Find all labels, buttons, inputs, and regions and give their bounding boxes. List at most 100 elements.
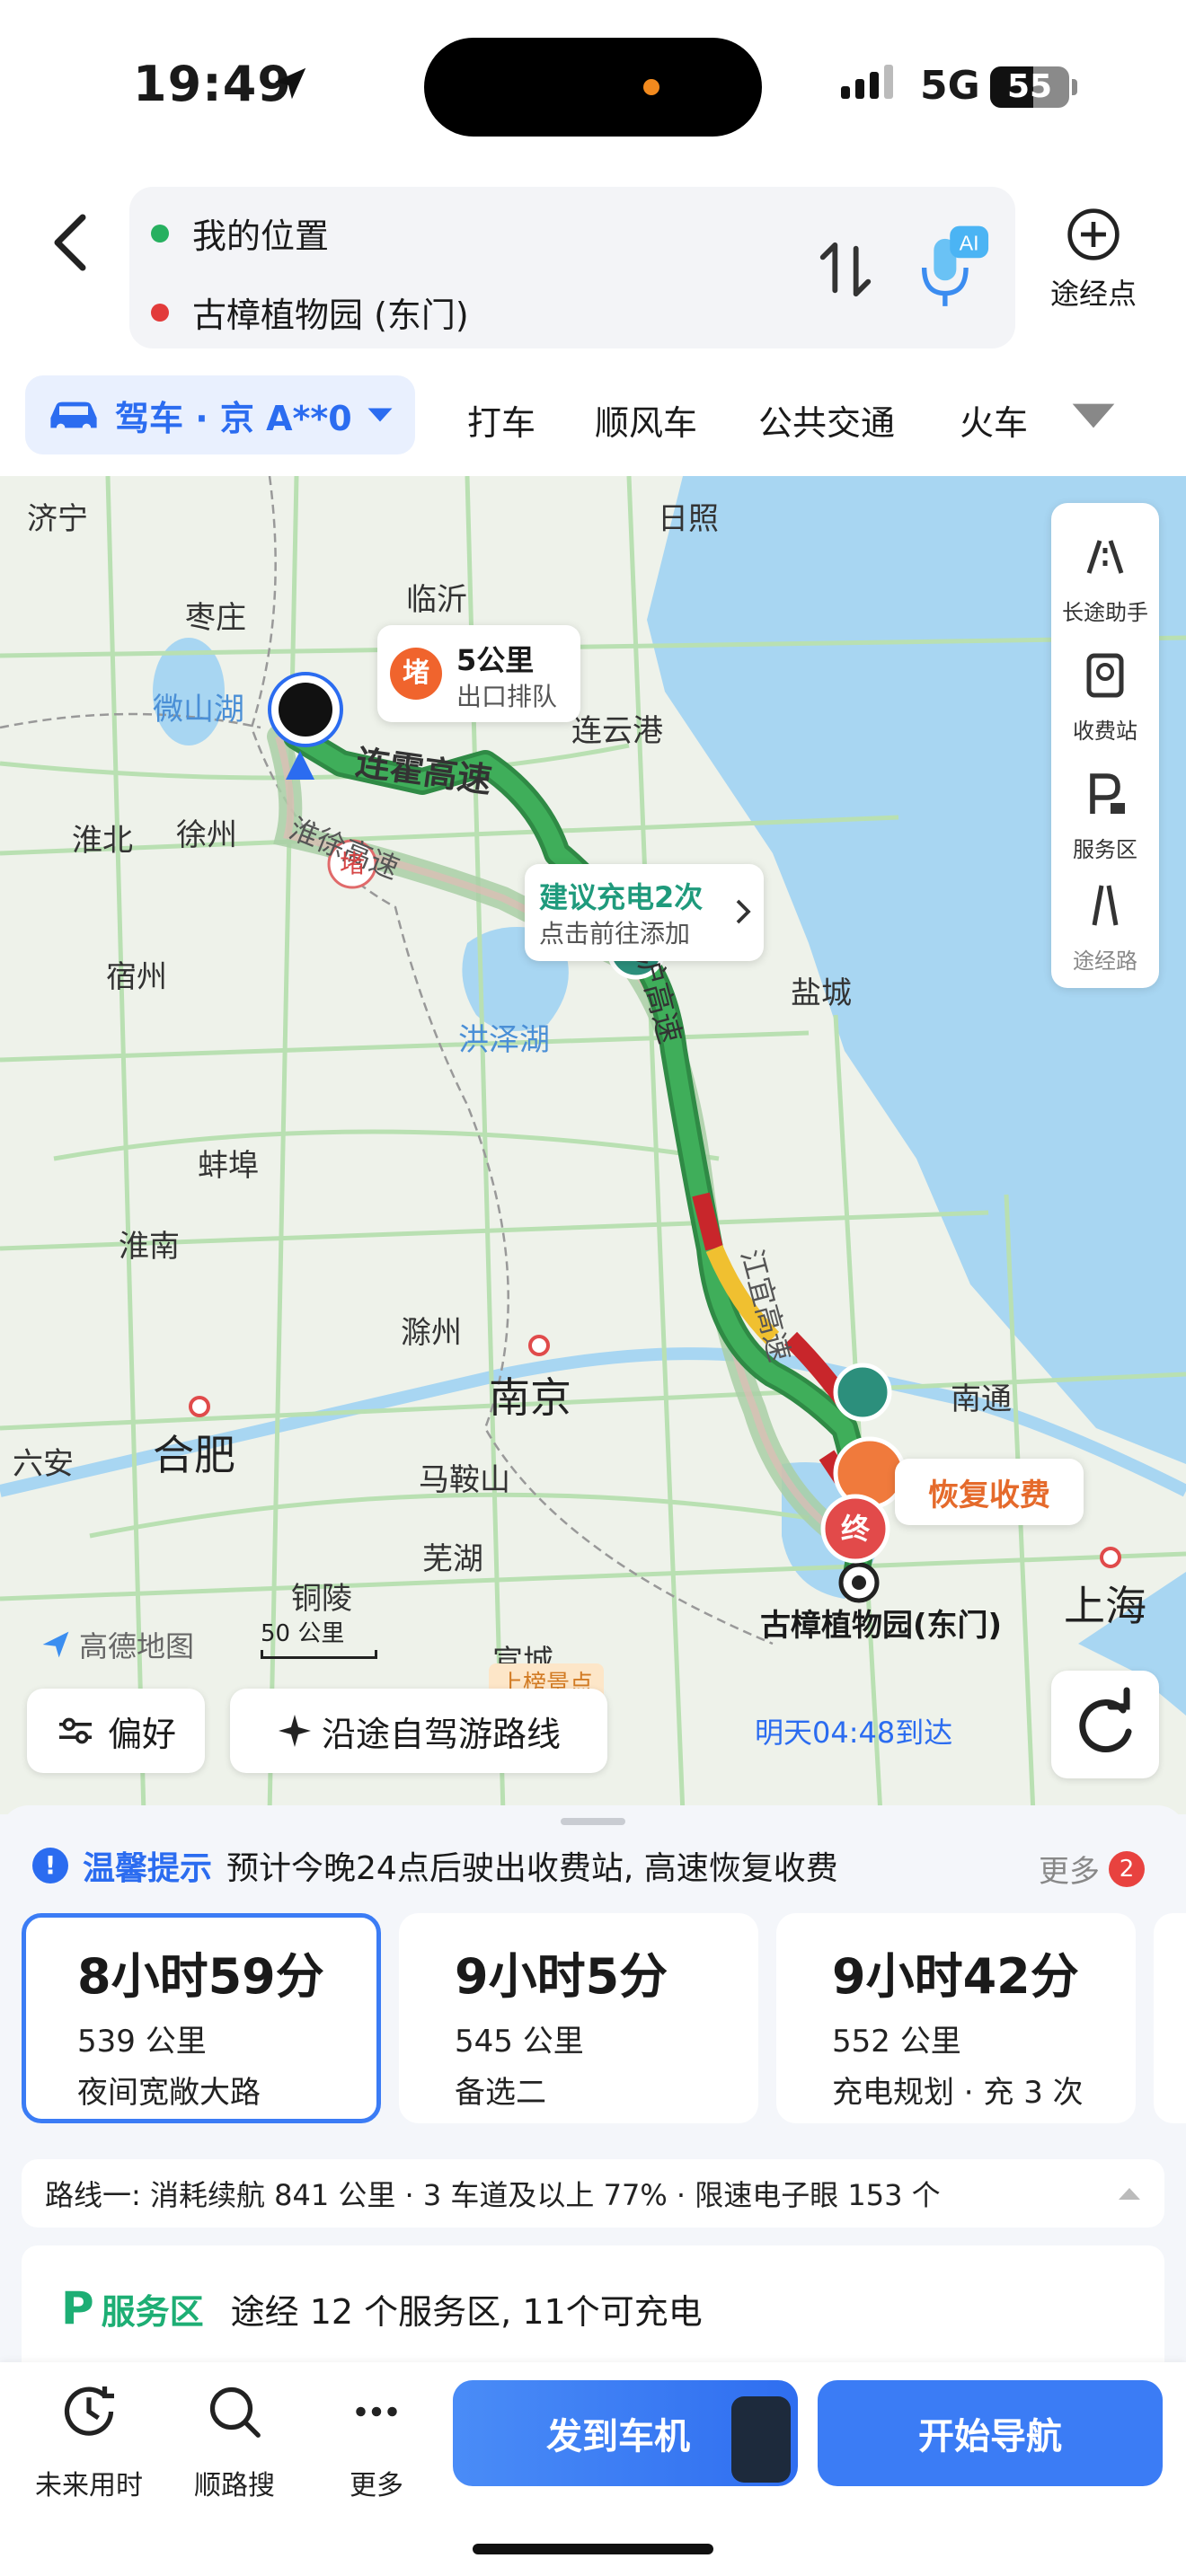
route-distance: 552 公里 xyxy=(832,2024,961,2060)
city-label: 铜陵 xyxy=(291,1581,352,1617)
sparkle-icon xyxy=(278,1715,311,1747)
side-item-label: 服务区 xyxy=(1073,837,1137,862)
add-circle-icon xyxy=(1067,208,1120,260)
route-duration: 9小时5分 xyxy=(455,1948,668,2005)
tab-transit[interactable]: 公共交通 xyxy=(758,395,895,445)
preference-button[interactable]: 偏好 xyxy=(27,1689,205,1773)
city-label: 宿州 xyxy=(106,959,167,995)
tab-taxi[interactable]: 打车 xyxy=(467,395,535,445)
back-button[interactable] xyxy=(36,207,108,278)
city-label: 洪泽湖 xyxy=(458,1022,550,1058)
city-label: 淮北 xyxy=(72,823,133,859)
sliders-icon xyxy=(58,1717,92,1744)
city-label: 临沂 xyxy=(406,582,467,618)
tip-banner[interactable]: ! 温馨提示 预计今晚24点后驶出收费站, 高速恢复收费 更多 2 xyxy=(32,1843,1155,1891)
add-waypoint-button[interactable]: 途经点 xyxy=(1035,207,1152,323)
city-label: 淮南 xyxy=(119,1229,180,1265)
service-text: 途经 12 个服务区, 11个可充电 xyxy=(230,2291,703,2332)
charging-title: 建议充电2次 xyxy=(539,880,704,914)
chevron-up-icon xyxy=(1119,2188,1140,2200)
route-input-box: 我的位置 古樟植物园 (东门) AI xyxy=(129,187,1015,348)
along-route-search-button[interactable]: 顺路搜 xyxy=(176,2380,293,2502)
origin-row[interactable]: 我的位置 xyxy=(151,208,329,258)
tip-count-badge: 2 xyxy=(1109,1850,1145,1887)
city-label: 济宁 xyxy=(27,501,88,537)
amap-logo: 高德地图 xyxy=(40,1624,194,1665)
dynamic-island xyxy=(424,38,762,137)
city-label: 南京 xyxy=(489,1373,571,1422)
sheet-grabber[interactable] xyxy=(561,1818,625,1825)
toll-icon xyxy=(1086,653,1124,698)
chevron-down-icon xyxy=(367,408,393,422)
city-label: 上海 xyxy=(1064,1582,1146,1630)
service-label: 服务区 xyxy=(101,2291,204,2332)
side-item-label: 途经路 xyxy=(1073,948,1137,974)
send-to-car-button[interactable]: 发到车机 xyxy=(453,2380,798,2486)
status-time: 19:49 xyxy=(133,56,292,112)
clock-icon xyxy=(64,2386,114,2436)
jam-distance: 5公里 xyxy=(456,643,535,677)
home-indicator xyxy=(473,2544,713,2554)
route-sheet: ! 温馨提示 预计今晚24点后驶出收费站, 高速恢复收费 更多 2 8小时59分… xyxy=(0,1805,1186,2371)
ai-voice-icon[interactable]: AI xyxy=(911,223,992,313)
more-dots-icon xyxy=(356,2406,397,2417)
parking-icon: P xyxy=(61,2282,94,2334)
jam-reason: 出口排队 xyxy=(456,682,558,711)
side-item-label: 长途助手 xyxy=(1062,600,1148,625)
tab-drive[interactable]: 驾车 · 京 A**0 xyxy=(25,375,415,454)
destination-row[interactable]: 古樟植物园 (东门) xyxy=(151,287,469,337)
map-view[interactable]: 济宁 日照 枣庄 临沂 微山湖 连云港 淮北 徐州 宿州 洪泽湖 盐城 蚌埠 淮… xyxy=(0,476,1186,1814)
car-image-icon xyxy=(731,2396,791,2483)
route-option-3[interactable]: 9小时42分 552 公里 充电规划 · 充 3 次 xyxy=(776,1913,1136,2123)
road-trip-route-button[interactable]: 沿途自驾游路线 xyxy=(230,1689,607,1773)
route-tag: 充电规划 · 充 3 次 xyxy=(832,2075,1084,2111)
route-roads-button[interactable]: 途经路 xyxy=(1051,878,1159,975)
city-label: 枣庄 xyxy=(185,600,246,636)
route-duration: 9小时42分 xyxy=(832,1948,1079,2005)
long-trip-assistant-button[interactable]: 长途助手 xyxy=(1051,530,1159,626)
route-duration: 8小时59分 xyxy=(77,1948,324,2005)
travel-mode-tabs: 驾车 · 京 A**0 打车 顺风车 公共交通 火车 xyxy=(0,368,1186,467)
tab-carpool[interactable]: 顺风车 xyxy=(595,395,697,445)
service-area-row[interactable]: P 服务区 途经 12 个服务区, 11个可充电 xyxy=(22,2245,1164,2371)
route-tag: 备选二 xyxy=(455,2075,546,2111)
route-option-1[interactable]: 8小时59分 539 公里 夜间宽敞大路 xyxy=(22,1913,381,2123)
city-label: 六安 xyxy=(13,1446,74,1482)
route-summary[interactable]: 路线一: 消耗续航 841 公里 · 3 车道及以上 77% · 限速电子眼 1… xyxy=(22,2159,1164,2228)
future-time-button[interactable]: 未来用时 xyxy=(31,2380,147,2502)
battery-icon: 55 xyxy=(990,66,1069,108)
battery-tip xyxy=(1072,79,1077,95)
jam-callout[interactable]: 堵 5公里 出口排队 xyxy=(377,625,580,722)
network-type: 5G xyxy=(920,63,980,109)
tab-train[interactable]: 火车 xyxy=(960,395,1028,445)
amap-logo-icon xyxy=(42,1631,69,1658)
route-option-2[interactable]: 9小时5分 545 公里 备选二 xyxy=(399,1913,758,2123)
map-scale: 50 公里 xyxy=(261,1615,377,1659)
origin-label: 我的位置 xyxy=(192,216,330,256)
city-label: 徐州 xyxy=(176,817,237,853)
start-navigation-button[interactable]: 开始导航 xyxy=(818,2380,1163,2486)
more-modes-icon[interactable] xyxy=(1071,402,1116,429)
tip-more-button[interactable]: 更多 2 xyxy=(1039,1847,1145,1891)
swap-route-icon[interactable] xyxy=(814,234,877,305)
route-option-4-peek[interactable] xyxy=(1154,1913,1186,2123)
service-area-button[interactable]: 服务区 xyxy=(1051,767,1159,863)
destination-label: 古樟植物园 (东门) xyxy=(192,296,469,335)
charging-subtitle: 点击前往添加 xyxy=(539,919,691,948)
ai-label: AI xyxy=(960,231,979,254)
signal-icon xyxy=(841,65,893,99)
search-icon xyxy=(209,2386,261,2438)
toll-station-button[interactable]: 收费站 xyxy=(1051,648,1159,745)
jam-badge: 堵 xyxy=(390,648,442,700)
origin-dot-icon xyxy=(151,224,169,243)
charging-suggestion-callout[interactable]: 建议充电2次 点击前往添加 xyxy=(525,864,764,961)
toll-resume-callout[interactable]: 恢复收费 xyxy=(895,1459,1084,1525)
refresh-button[interactable] xyxy=(1051,1671,1159,1778)
city-label: 滁州 xyxy=(401,1315,462,1351)
info-icon: ! xyxy=(32,1848,68,1883)
chevron-right-icon xyxy=(736,899,751,924)
city-label: 南通 xyxy=(951,1381,1012,1417)
tip-text: 预计今晚24点后驶出收费站, 高速恢复收费 xyxy=(226,1850,838,1887)
more-button[interactable]: 更多 xyxy=(318,2380,435,2502)
tip-title: 温馨提示 xyxy=(83,1850,213,1887)
